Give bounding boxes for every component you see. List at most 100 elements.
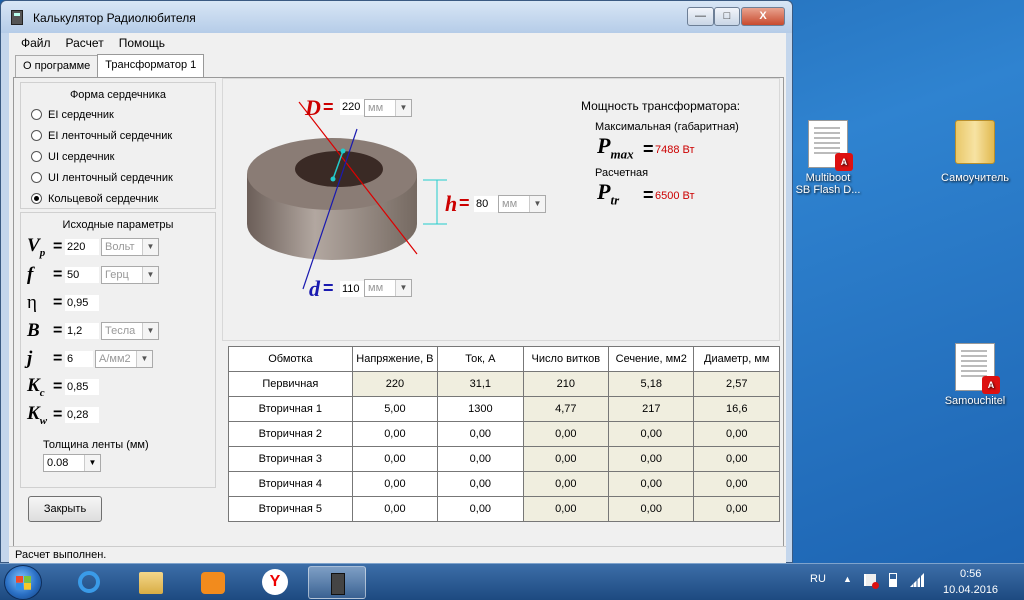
chevron-down-icon[interactable]: ▼ <box>142 239 158 255</box>
equals-sign: = <box>459 193 470 213</box>
taskbar-yandex-browser[interactable]: Y <box>246 566 304 599</box>
equals-sign: = <box>643 185 654 205</box>
table-row: Вторичная 3 0,00 0,00 0,00 0,00 0,00 <box>228 446 780 472</box>
kw-input[interactable]: 0,28 <box>65 407 99 423</box>
diameter-cell: 0,00 <box>693 471 780 497</box>
max-power-label: Максимальная (габаритная) <box>595 121 739 133</box>
calc-power-value: 6500 Вт <box>655 190 695 202</box>
radio-circle[interactable] <box>31 172 42 183</box>
taskbar-explorer[interactable] <box>122 566 180 599</box>
winding-name-cell: Вторичная 1 <box>228 396 353 422</box>
radio-circle[interactable] <box>31 130 42 141</box>
inner-diameter-input[interactable]: 110 <box>340 281 364 297</box>
radio-ei-core[interactable]: EI сердечник <box>21 104 215 125</box>
induction-unit-select[interactable]: Тесла ▼ <box>101 322 159 340</box>
radio-ei-tape-core[interactable]: EI ленточный сердечник <box>21 125 215 146</box>
battery-icon[interactable] <box>889 573 897 587</box>
menu-file[interactable]: Файл <box>21 36 51 50</box>
outer-diameter-input[interactable]: 220 <box>340 99 364 115</box>
chevron-down-icon[interactable]: ▼ <box>142 323 158 339</box>
chevron-down-icon[interactable]: ▼ <box>142 267 158 283</box>
action-center-flag-icon[interactable] <box>864 574 879 589</box>
input-params-title: Исходные параметры <box>62 219 174 231</box>
column-header: Диаметр, мм <box>693 346 780 372</box>
turns-cell: 0,00 <box>522 471 610 497</box>
close-window-button[interactable]: X <box>741 7 785 26</box>
network-signal-icon[interactable] <box>910 573 924 587</box>
app-window: Калькулятор Радиолюбителя — □ X Файл Рас… <box>0 0 793 564</box>
tab-transformer-1[interactable]: Трансформатор 1 <box>97 54 205 77</box>
tape-thickness-select[interactable]: 0.08 ▼ <box>43 454 101 472</box>
voltage-cell[interactable]: 220 <box>351 371 439 397</box>
desktop-icon-samouchitel-folder[interactable]: Самоучитель <box>925 120 1024 184</box>
title-bar[interactable]: Калькулятор Радиолюбителя — □ X <box>1 1 792 33</box>
frequency-unit-select[interactable]: Герц ▼ <box>101 266 159 284</box>
chevron-down-icon[interactable]: ▼ <box>395 280 411 296</box>
current-density-input[interactable]: 6 <box>65 351 93 367</box>
height-unit-select[interactable]: мм ▼ <box>498 195 546 213</box>
chevron-down-icon[interactable]: ▼ <box>84 455 100 471</box>
param-symbol: j <box>27 348 33 369</box>
current-density-unit-select[interactable]: А/мм2 ▼ <box>95 350 153 368</box>
radio-toroid-core[interactable]: Кольцевой сердечник <box>21 188 215 209</box>
column-header: Напряжение, В <box>351 346 439 372</box>
current-cell[interactable]: 0,00 <box>437 446 524 472</box>
chevron-down-icon[interactable]: ▼ <box>136 351 152 367</box>
chevron-down-icon[interactable]: ▼ <box>395 100 411 116</box>
param-symbol: Kw <box>27 403 48 427</box>
equals-sign: = <box>53 294 63 311</box>
desktop-icon-samouchitel-pdf[interactable]: A Samouchitel <box>925 343 1024 407</box>
clock-time[interactable]: 0:56 <box>960 568 981 580</box>
equals-sign: = <box>323 97 334 117</box>
cross-section-cell: 0,00 <box>608 496 695 522</box>
voltage-cell[interactable]: 0,00 <box>351 421 439 447</box>
induction-input[interactable]: 1,2 <box>65 323 99 339</box>
table-row: Вторичная 5 0,00 0,00 0,00 0,00 0,00 <box>228 496 780 522</box>
table-row: Вторичная 2 0,00 0,00 0,00 0,00 0,00 <box>228 421 780 447</box>
current-cell[interactable]: 0,00 <box>437 471 524 497</box>
voltage-cell[interactable]: 5,00 <box>351 396 439 422</box>
radio-ui-core[interactable]: UI сердечник <box>21 146 215 167</box>
calc-power-label: Расчетная <box>595 167 649 179</box>
desktop-icon-multiboot[interactable]: A Multiboot SB Flash D... <box>778 120 878 196</box>
menu-help[interactable]: Помощь <box>119 36 165 50</box>
start-button[interactable] <box>4 565 42 600</box>
minimize-button[interactable]: — <box>687 7 714 26</box>
menu-calculate[interactable]: Расчет <box>66 36 104 50</box>
radio-circle[interactable] <box>31 151 42 162</box>
pdf-file-icon: A <box>955 343 1000 394</box>
voltage-unit-select[interactable]: Вольт ▼ <box>101 238 159 256</box>
tab-about[interactable]: О программе <box>15 55 99 77</box>
current-cell[interactable]: 31,1 <box>437 371 524 397</box>
frequency-input[interactable]: 50 <box>65 267 99 283</box>
taskbar-ie[interactable] <box>60 566 118 599</box>
close-button[interactable]: Закрыть <box>28 496 102 522</box>
chevron-down-icon[interactable]: ▼ <box>529 196 545 212</box>
language-indicator[interactable]: RU <box>810 573 826 585</box>
efficiency-input[interactable]: 0,95 <box>65 295 99 311</box>
equals-sign: = <box>643 139 654 159</box>
equals-sign: = <box>53 406 63 423</box>
diameter-cell: 0,00 <box>693 446 780 472</box>
maximize-button[interactable]: □ <box>714 7 740 26</box>
voltage-cell[interactable]: 0,00 <box>351 471 439 497</box>
height-input[interactable]: 80 <box>474 196 498 212</box>
outer-diameter-unit-select[interactable]: мм ▼ <box>364 99 412 117</box>
current-cell[interactable]: 0,00 <box>437 421 524 447</box>
clock-date[interactable]: 10.04.2016 <box>943 584 998 596</box>
table-row: Первичная 220 31,1 210 5,18 2,57 <box>228 371 780 397</box>
taskbar-media-player[interactable] <box>184 566 242 599</box>
radio-circle[interactable] <box>31 109 42 120</box>
taskbar-calculator-app[interactable] <box>308 566 366 599</box>
equals-sign: = <box>323 278 334 298</box>
voltage-cell[interactable]: 0,00 <box>351 446 439 472</box>
radio-circle-checked[interactable] <box>31 193 42 204</box>
tray-chevron-icon[interactable]: ▲ <box>843 574 852 584</box>
inner-diameter-unit-select[interactable]: мм ▼ <box>364 279 412 297</box>
current-cell[interactable]: 1300 <box>437 396 524 422</box>
voltage-cell[interactable]: 0,00 <box>351 496 439 522</box>
current-cell[interactable]: 0,00 <box>437 496 524 522</box>
voltage-input[interactable]: 220 <box>65 239 99 255</box>
radio-ui-tape-core[interactable]: UI ленточный сердечник <box>21 167 215 188</box>
kc-input[interactable]: 0,85 <box>65 379 99 395</box>
